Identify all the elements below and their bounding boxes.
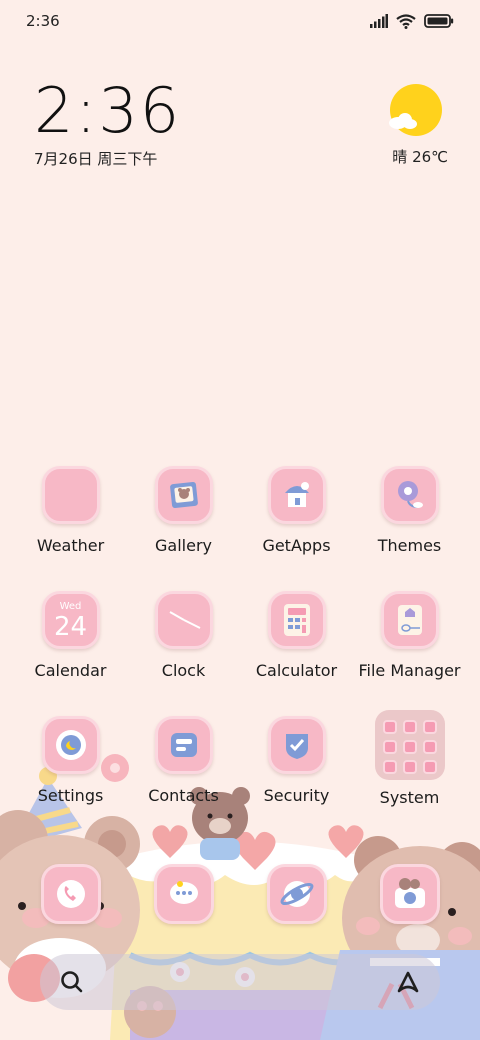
- app-label: Calendar: [34, 661, 107, 680]
- dock-browser[interactable]: [267, 864, 327, 924]
- status-bar: 2:36: [0, 0, 480, 42]
- app-label: Settings: [37, 786, 104, 805]
- contacts-icon: [154, 716, 213, 774]
- sunny-cloud-icon: [389, 84, 442, 136]
- widget-date: 7月26日 周三下午: [34, 150, 158, 168]
- clock-widget[interactable]: 2:36 7月26日 周三下午: [34, 80, 181, 169]
- getapps-icon: [267, 466, 326, 524]
- app-getapps[interactable]: GetApps: [240, 466, 353, 555]
- dock-camera[interactable]: [380, 864, 440, 924]
- app-label: Security: [263, 786, 330, 805]
- themes-icon: [380, 466, 439, 524]
- weather-text: 晴 26℃: [392, 148, 448, 166]
- app-file-manager[interactable]: File Manager: [353, 591, 466, 680]
- app-security[interactable]: Security: [240, 716, 353, 805]
- app-folder-system[interactable]: System: [353, 710, 466, 807]
- calendar-day-number: 24: [53, 612, 88, 642]
- app-weather[interactable]: Weather: [14, 466, 127, 555]
- app-label: Themes: [377, 536, 442, 555]
- dock-messages[interactable]: [154, 864, 214, 924]
- weather-widget[interactable]: 晴 26℃: [388, 84, 448, 166]
- browser-icon: [267, 864, 327, 924]
- search-icon[interactable]: [58, 968, 86, 996]
- wifi-icon: [396, 13, 416, 29]
- assistant-icon[interactable]: [394, 968, 422, 996]
- app-label: Clock: [161, 661, 206, 680]
- widget-time: 2:36: [34, 74, 182, 147]
- calculator-icon: [267, 591, 326, 649]
- clock-icon: [154, 591, 213, 649]
- status-time: 2:36: [26, 12, 60, 30]
- app-label: GetApps: [262, 536, 331, 555]
- app-label: Calculator: [255, 661, 338, 680]
- app-label: Gallery: [155, 536, 212, 555]
- folder-icon: [374, 710, 445, 780]
- dock-phone[interactable]: [41, 864, 101, 924]
- messages-icon: [154, 864, 214, 924]
- status-icons: [370, 12, 454, 30]
- weather-icon: [41, 466, 100, 524]
- calendar-icon: Wed 24: [41, 591, 100, 649]
- file-manager-icon: [380, 591, 439, 649]
- app-label: Weather: [36, 536, 105, 555]
- signal-icon: [370, 14, 388, 28]
- app-label: File Manager: [358, 661, 461, 680]
- app-calendar[interactable]: Wed 24 Calendar: [14, 591, 127, 680]
- app-settings[interactable]: Settings: [14, 716, 127, 805]
- app-label: Contacts: [148, 786, 219, 805]
- search-bar[interactable]: [40, 954, 440, 1010]
- phone-icon: [41, 864, 101, 924]
- settings-icon: [41, 716, 100, 774]
- app-gallery[interactable]: Gallery: [127, 466, 240, 555]
- app-contacts[interactable]: Contacts: [127, 716, 240, 805]
- security-icon: [267, 716, 326, 774]
- app-themes[interactable]: Themes: [353, 466, 466, 555]
- battery-icon: [424, 14, 454, 28]
- camera-icon: [380, 864, 440, 924]
- app-label: System: [379, 788, 440, 807]
- gallery-icon: [154, 466, 213, 524]
- app-clock[interactable]: Clock: [127, 591, 240, 680]
- app-calculator[interactable]: Calculator: [240, 591, 353, 680]
